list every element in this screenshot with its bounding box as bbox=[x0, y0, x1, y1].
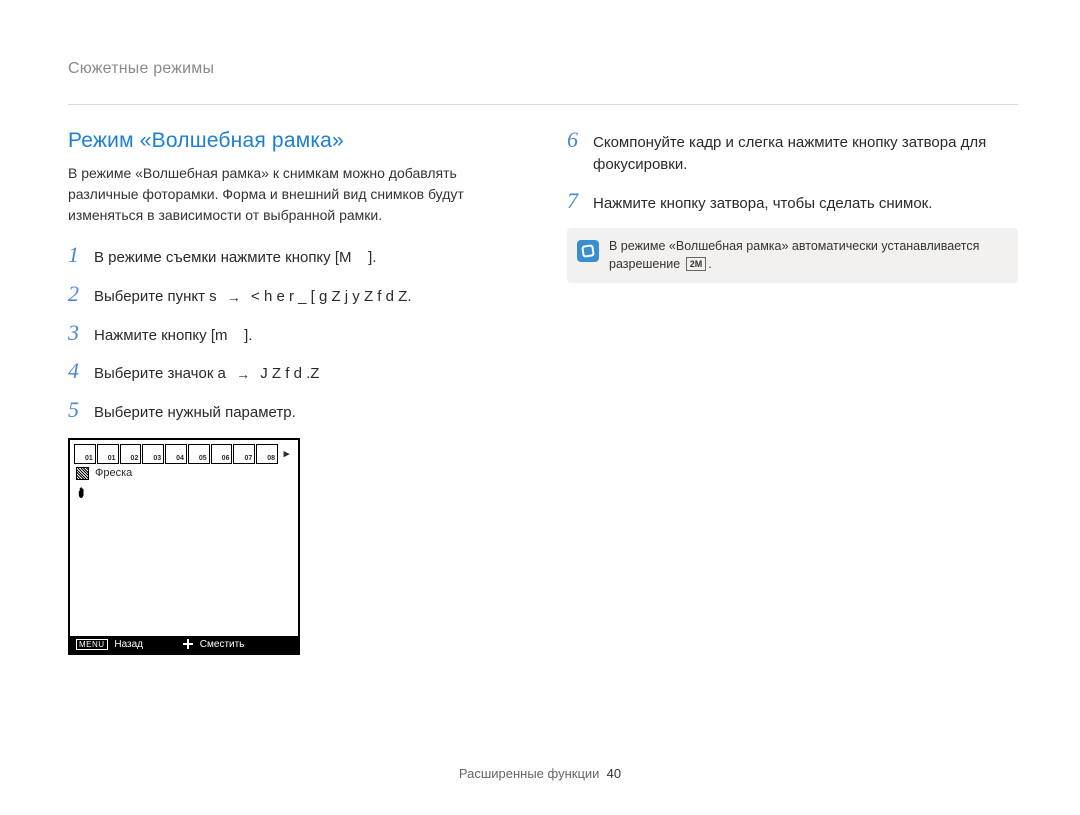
frame-thumb[interactable]: 08 bbox=[256, 444, 278, 464]
arrow-icon: → bbox=[236, 364, 250, 384]
frame-thumb[interactable]: 03 bbox=[142, 444, 164, 464]
move-label[interactable]: Сместить bbox=[200, 639, 245, 650]
preview-bottom-bar: MENU Назад Сместить bbox=[70, 636, 298, 653]
resolution-tag: 2M bbox=[686, 257, 707, 271]
pattern-icon bbox=[76, 467, 89, 480]
note-box: В режиме «Волшебная рамка» автоматически… bbox=[567, 228, 1018, 283]
step-number: 1 bbox=[68, 244, 94, 266]
menu-tag: MENU bbox=[76, 639, 108, 650]
step-number: 6 bbox=[567, 129, 593, 151]
frame-thumb[interactable]: 01 bbox=[74, 444, 96, 464]
step-text: Выберите значок a → J Z f d .Z bbox=[94, 363, 319, 385]
preview-body bbox=[70, 504, 298, 636]
frame-thumb[interactable]: 01 bbox=[97, 444, 119, 464]
step-number: 5 bbox=[68, 399, 94, 421]
step-number: 2 bbox=[68, 283, 94, 305]
intro-text: В режиме «Волшебная рамка» к снимкам мож… bbox=[68, 163, 498, 226]
page-footer: Расширенные функции 40 bbox=[0, 766, 1080, 781]
step-text: Нажмите кнопку затвора, чтобы сделать сн… bbox=[593, 193, 932, 215]
steps-left: 1 В режиме съемки нажмите кнопку [M ]. 2… bbox=[68, 244, 519, 424]
page-title: Режим «Волшебная рамка» bbox=[68, 129, 519, 153]
arrow-icon: → bbox=[227, 287, 241, 307]
steps-right: 6 Скомпонуйте кадр и слегка нажмите кноп… bbox=[567, 129, 1018, 214]
step-text: Скомпонуйте кадр и слегка нажмите кнопку… bbox=[593, 132, 1018, 176]
back-label[interactable]: Назад bbox=[114, 639, 143, 650]
frame-thumb[interactable]: 05 bbox=[188, 444, 210, 464]
step-text: Выберите пункт s → < h e r _ [ g Z j y Z… bbox=[94, 286, 411, 308]
frame-thumb-row: 01 01 02 03 04 05 06 07 08 ▸ bbox=[74, 444, 294, 464]
scroll-right-icon[interactable]: ▸ bbox=[279, 444, 294, 464]
step-text: В режиме съемки нажмите кнопку [M ]. bbox=[94, 247, 377, 269]
nav-cross-icon bbox=[183, 639, 193, 649]
divider bbox=[68, 104, 1018, 105]
selected-frame-label: Фреска bbox=[95, 467, 132, 479]
camera-preview: 01 01 02 03 04 05 06 07 08 ▸ Фреска bbox=[68, 438, 300, 655]
step-number: 3 bbox=[68, 322, 94, 344]
breadcrumb: Сюжетные режимы bbox=[68, 60, 1018, 78]
frame-thumb[interactable]: 06 bbox=[211, 444, 233, 464]
step-number: 4 bbox=[68, 360, 94, 382]
note-icon bbox=[577, 240, 599, 262]
frame-thumb[interactable]: 04 bbox=[165, 444, 187, 464]
hand-icon bbox=[76, 484, 91, 499]
frame-thumb[interactable]: 02 bbox=[120, 444, 142, 464]
step-text: Нажмите кнопку [m ]. bbox=[94, 325, 253, 347]
step-text: Выберите нужный параметр. bbox=[94, 402, 296, 424]
step-number: 7 bbox=[567, 190, 593, 212]
frame-thumb[interactable]: 07 bbox=[233, 444, 255, 464]
note-text: В режиме «Волшебная рамка» автоматически… bbox=[609, 238, 1004, 273]
